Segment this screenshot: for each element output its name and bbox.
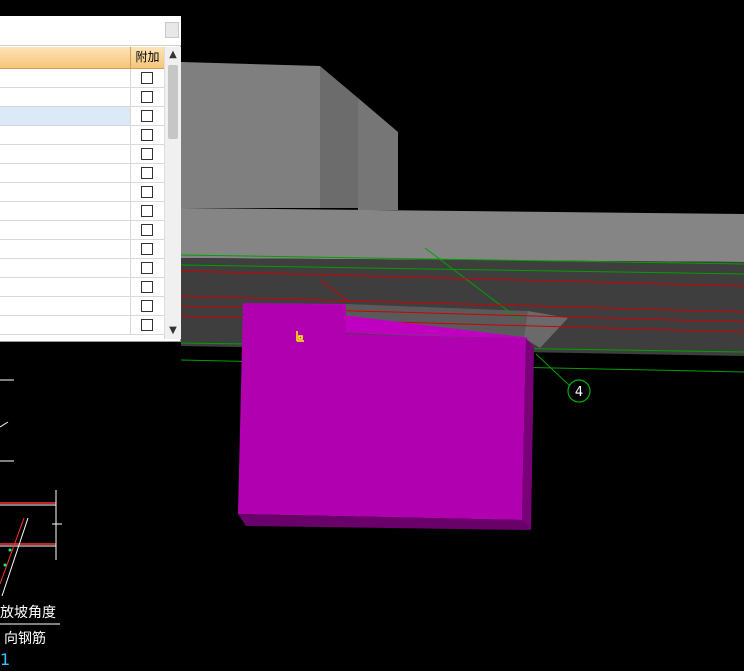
- addon-checkbox[interactable]: [141, 186, 153, 198]
- addon-checkbox[interactable]: [141, 110, 153, 122]
- property-value-cell[interactable]: [0, 278, 130, 296]
- property-grid[interactable]: [0, 69, 164, 339]
- property-value-cell[interactable]: [0, 221, 130, 239]
- scroll-thumb[interactable]: [168, 65, 178, 139]
- table-row[interactable]: [0, 221, 164, 240]
- scroll-down-icon[interactable]: ▼: [165, 323, 181, 339]
- property-value-cell[interactable]: [0, 126, 130, 144]
- column-header-addon[interactable]: 附加: [130, 47, 164, 68]
- table-row[interactable]: [0, 297, 164, 316]
- cad-label-slope-angle: 放坡角度: [0, 605, 56, 621]
- table-row[interactable]: [0, 126, 164, 145]
- table-row[interactable]: [0, 88, 164, 107]
- table-row[interactable]: [0, 145, 164, 164]
- property-value-cell[interactable]: [0, 69, 130, 87]
- property-value-cell[interactable]: [0, 183, 130, 201]
- addon-checkbox[interactable]: [141, 224, 153, 236]
- wall-block-side[interactable]: [320, 66, 358, 208]
- property-panel[interactable]: 附加 ▲ ▼: [0, 16, 181, 342]
- addon-checkbox[interactable]: [141, 205, 153, 217]
- cad-label-rebar: 向钢筋: [4, 631, 46, 647]
- panel-titlebar[interactable]: [0, 16, 181, 46]
- addon-checkbox[interactable]: [141, 148, 153, 160]
- table-row[interactable]: [0, 164, 164, 183]
- property-value-cell[interactable]: [0, 240, 130, 258]
- table-row[interactable]: [0, 259, 164, 278]
- addon-checkbox[interactable]: [141, 91, 153, 103]
- addon-checkbox[interactable]: [141, 167, 153, 179]
- addon-cell: [130, 316, 164, 334]
- property-value-cell[interactable]: [0, 297, 130, 315]
- addon-checkbox[interactable]: [141, 262, 153, 274]
- property-value-cell[interactable]: [0, 202, 130, 220]
- axis-label: 4: [575, 385, 583, 400]
- wall-block-side-2[interactable]: [358, 98, 398, 210]
- property-value-cell[interactable]: [0, 259, 130, 277]
- addon-cell: [130, 69, 164, 87]
- addon-cell: [130, 145, 164, 163]
- table-row[interactable]: [0, 240, 164, 259]
- property-value-cell[interactable]: [0, 145, 130, 163]
- addon-cell: [130, 278, 164, 296]
- addon-checkbox[interactable]: [141, 129, 153, 141]
- cad-label-number: 1: [0, 650, 11, 669]
- addon-cell: [130, 107, 164, 125]
- property-value-cell[interactable]: [0, 88, 130, 106]
- panel-close-button[interactable]: [165, 22, 179, 38]
- table-row[interactable]: [0, 316, 164, 335]
- addon-checkbox[interactable]: [141, 72, 153, 84]
- property-value-cell[interactable]: [0, 164, 130, 182]
- table-row[interactable]: [0, 69, 164, 88]
- property-value-cell[interactable]: [0, 316, 130, 334]
- vertical-scrollbar[interactable]: ▲ ▼: [164, 47, 181, 339]
- addon-cell: [130, 221, 164, 239]
- table-row[interactable]: [0, 183, 164, 202]
- addon-cell: [130, 259, 164, 277]
- property-value-cell[interactable]: [0, 107, 130, 125]
- addon-cell: [130, 164, 164, 182]
- addon-cell: [130, 88, 164, 106]
- addon-checkbox[interactable]: [141, 300, 153, 312]
- table-row[interactable]: [0, 107, 164, 126]
- addon-checkbox[interactable]: [141, 281, 153, 293]
- addon-cell: [130, 240, 164, 258]
- addon-cell: [130, 297, 164, 315]
- addon-checkbox[interactable]: [141, 243, 153, 255]
- addon-cell: [130, 202, 164, 220]
- scroll-up-icon[interactable]: ▲: [165, 47, 181, 63]
- floor-slab[interactable]: [181, 208, 744, 262]
- wall-block-top[interactable]: [181, 62, 320, 208]
- table-row[interactable]: [0, 278, 164, 297]
- addon-cell: [130, 183, 164, 201]
- cad-drawing: [0, 379, 62, 625]
- addon-cell: [130, 126, 164, 144]
- grid-header: 附加: [0, 47, 164, 69]
- table-row[interactable]: [0, 202, 164, 221]
- addon-checkbox[interactable]: [141, 319, 153, 331]
